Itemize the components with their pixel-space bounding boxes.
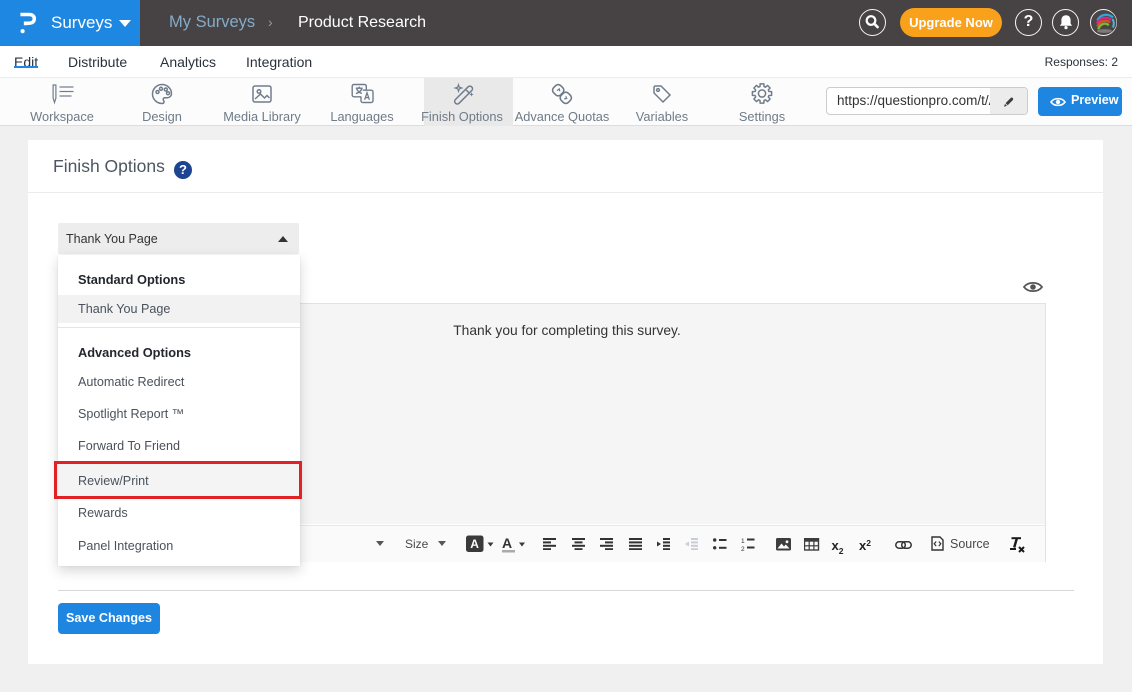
svg-text:1: 1 [741,538,745,545]
svg-text:2: 2 [741,546,745,551]
svg-text:A: A [470,537,479,551]
svg-text:A: A [502,535,512,551]
